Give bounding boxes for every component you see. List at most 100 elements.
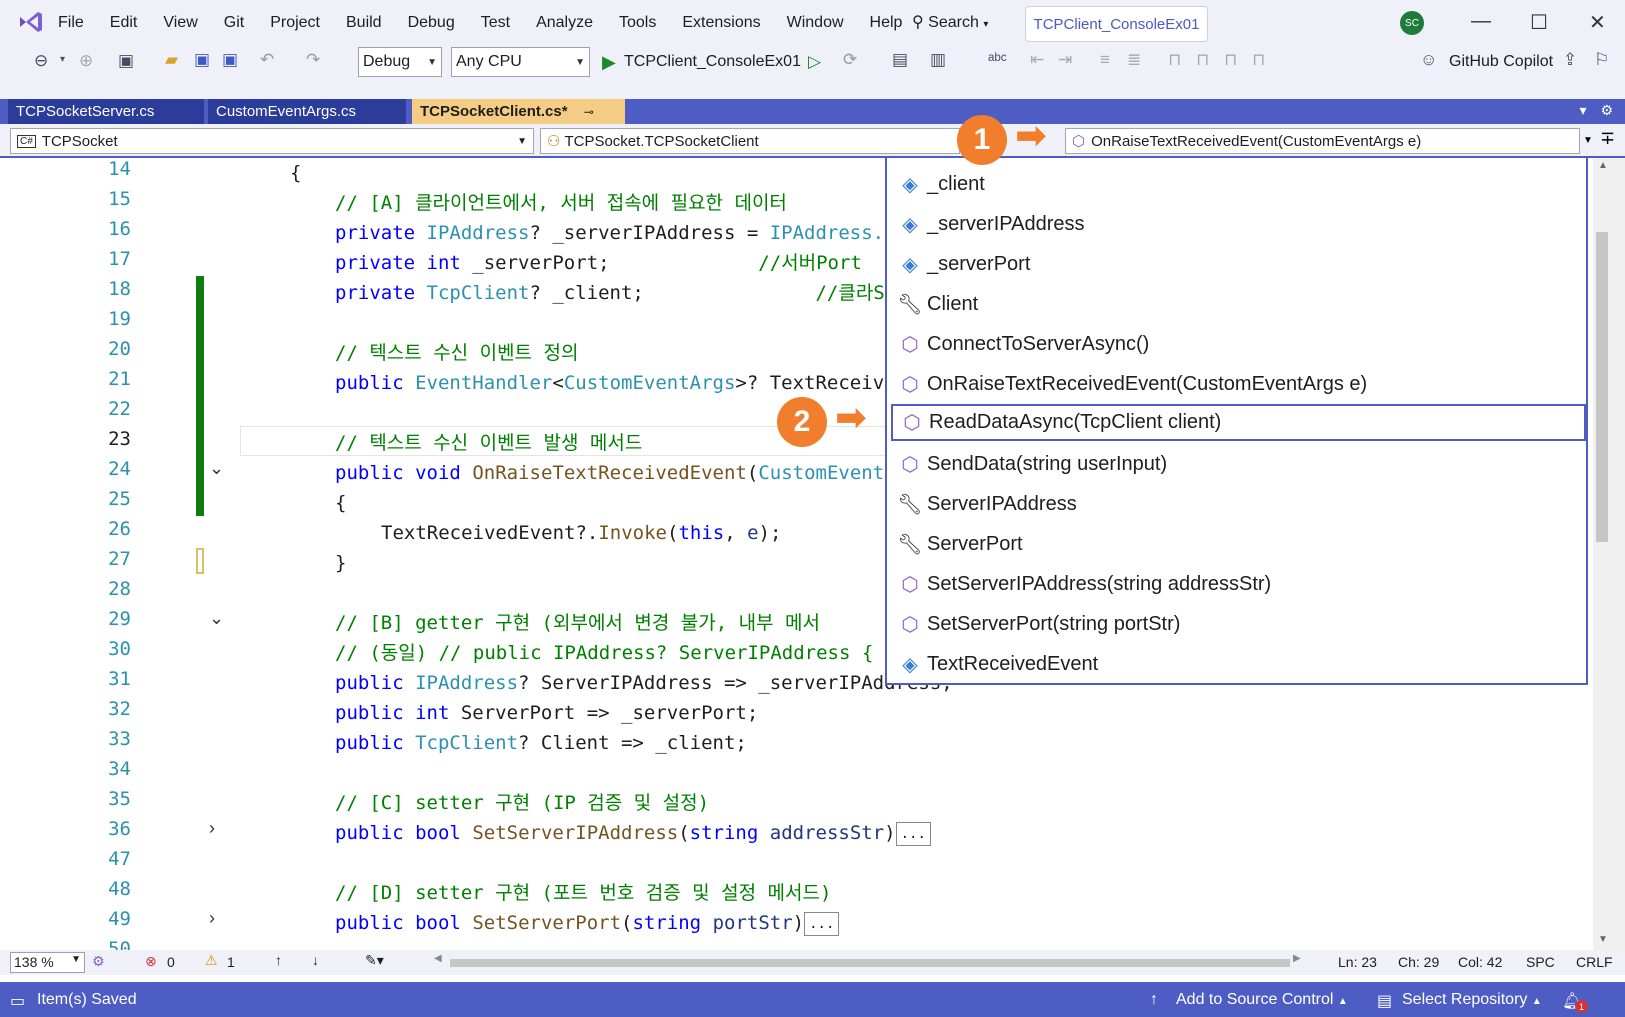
dropdown-item[interactable]: ⬡ SetServerIPAddress(string addressStr)	[891, 566, 1586, 603]
dropdown-item[interactable]: ⬡ OnRaiseTextReceivedEvent(CustomEventArg…	[891, 366, 1586, 403]
char-indicator[interactable]: Ch: 29	[1398, 954, 1439, 970]
pin-icon[interactable]: ⊸	[584, 105, 594, 119]
split-icon[interactable]: ∓	[1600, 128, 1615, 149]
dropdown-item[interactable]: ⬡ ConnectToServerAsync()	[891, 326, 1586, 363]
horizontal-scrollbar-thumb[interactable]	[450, 959, 1290, 967]
start-debugging-icon[interactable]: ▶	[602, 52, 616, 73]
dropdown-item[interactable]: ◈ TextReceivedEvent	[891, 646, 1586, 683]
search-button[interactable]: ⚲ Search ▾	[912, 12, 988, 32]
select-repository-button[interactable]: Select Repository ▲	[1402, 991, 1542, 1009]
tab-customeventargs[interactable]: CustomEventArgs.cs	[208, 99, 406, 124]
hot-reload-icon[interactable]: ⟳	[843, 50, 857, 70]
solution-name[interactable]: TCPClient_ConsoleEx01	[1025, 6, 1208, 42]
spell-check-icon[interactable]: ᵃᵇᶜ	[988, 50, 1007, 70]
bookmark-clear-icon[interactable]: ⊓	[1252, 50, 1265, 70]
menu-debug[interactable]: Debug	[408, 14, 455, 32]
tab-tcpsocketserver[interactable]: TCPSocketServer.cs	[8, 99, 204, 124]
menu-file[interactable]: File	[58, 14, 84, 32]
arrow-down-icon[interactable]: ↓	[312, 952, 319, 968]
intellicode-icon[interactable]: ⚙	[92, 953, 105, 970]
whitespace-indicator[interactable]: SPC	[1526, 954, 1555, 970]
new-project-icon[interactable]: ▣	[118, 51, 134, 71]
scroll-left-icon[interactable]: ◀	[434, 953, 442, 964]
line-ending-indicator[interactable]: CRLF	[1576, 954, 1613, 970]
configuration-select[interactable]: Debug ▼	[358, 47, 442, 77]
close-window-icon[interactable]: ✕	[1589, 10, 1606, 35]
avatar[interactable]: SC	[1400, 11, 1424, 35]
indent-icon[interactable]: ⇤	[1030, 50, 1044, 70]
dropdown-item[interactable]: ◈ _serverPort	[891, 246, 1586, 283]
type-select[interactable]: ⚇ TCPSocket.TCPSocketClient	[540, 128, 960, 154]
expand-icon[interactable]: ›	[209, 818, 215, 839]
gear-icon[interactable]: ⚙	[1600, 102, 1613, 118]
menu-git[interactable]: Git	[224, 14, 244, 32]
dropdown-item[interactable]: 🔧︎ ServerPort	[891, 526, 1586, 563]
vertical-scrollbar-thumb[interactable]	[1596, 232, 1608, 542]
tab-tcpsocketclient[interactable]: TCPSocketClient.cs* ⊸ ✕	[412, 99, 625, 138]
scroll-right-icon[interactable]: ▶	[1293, 953, 1301, 964]
bookmark-prev-icon[interactable]: ⊓	[1196, 50, 1209, 70]
menu-analyze[interactable]: Analyze	[536, 14, 593, 32]
expand-icon[interactable]: ›	[209, 908, 215, 929]
menu-help[interactable]: Help	[870, 14, 903, 32]
line-indicator[interactable]: Ln: 23	[1338, 954, 1377, 970]
menu-test[interactable]: Test	[481, 14, 510, 32]
open-folder-icon[interactable]: ▰	[165, 50, 178, 70]
start-target-button[interactable]: TCPClient_ConsoleEx01	[624, 53, 801, 71]
project-select[interactable]: C# TCPSocket ▼	[10, 128, 534, 154]
menu-window[interactable]: Window	[787, 14, 844, 32]
collapsed-region[interactable]: ...	[804, 911, 840, 936]
feedback-icon[interactable]: ⚐	[1594, 50, 1609, 70]
platform-select[interactable]: Any CPU ▼	[451, 47, 590, 77]
tab-list-icon[interactable]: ▾	[1580, 102, 1587, 118]
dropdown-item[interactable]: ◈ _serverIPAddress	[891, 206, 1586, 243]
member-dropdown-list[interactable]: ◈ _client ◈ _serverIPAddress ◈ _serverPort …	[885, 156, 1588, 685]
solution-explorer-icon[interactable]: ▤	[892, 50, 908, 70]
copilot-icon[interactable]: ☺	[1420, 50, 1437, 70]
minimize-icon[interactable]: —	[1471, 10, 1491, 33]
collapse-icon[interactable]: ⌄	[209, 608, 224, 629]
warning-icon[interactable]: ⚠	[205, 952, 218, 969]
dropdown-item[interactable]: 🔧︎ ServerIPAddress	[891, 486, 1586, 523]
menu-view[interactable]: View	[163, 14, 197, 32]
outdent-icon[interactable]: ⇥	[1058, 50, 1072, 70]
zoom-select[interactable]: 138 % ▼	[10, 952, 85, 973]
chevron-down-icon[interactable]: ▾	[60, 54, 65, 65]
copilot-button[interactable]: GitHub Copilot	[1449, 53, 1553, 71]
dropdown-item-selected[interactable]: ⬡ ReadDataAsync(TcpClient client)	[891, 404, 1586, 441]
menu-edit[interactable]: Edit	[110, 14, 138, 32]
dropdown-item[interactable]: ⬡ SendData(string userInput)	[891, 446, 1586, 483]
save-all-icon[interactable]: ▣	[222, 50, 238, 70]
dropdown-item[interactable]: ⬡ SetServerPort(string portStr)	[891, 606, 1586, 643]
navigate-forward-icon[interactable]: ⊕	[79, 51, 93, 71]
menu-tools[interactable]: Tools	[619, 14, 656, 32]
code-cleanup-icon[interactable]: ✎▾	[365, 952, 384, 969]
output-window-icon[interactable]: ▭	[10, 991, 25, 1011]
redo-icon[interactable]: ↷	[306, 50, 320, 70]
collapse-icon[interactable]: ⌄	[209, 458, 224, 479]
collapsed-region[interactable]: ...	[895, 821, 931, 846]
comment-icon[interactable]: ≡	[1100, 50, 1110, 70]
add-to-source-control-button[interactable]: Add to Source Control ▲	[1176, 991, 1348, 1009]
menu-build[interactable]: Build	[346, 14, 382, 32]
scroll-down-icon[interactable]: ▼	[1598, 934, 1608, 945]
bookmark-next-icon[interactable]: ⊓	[1224, 50, 1237, 70]
chevron-down-icon[interactable]: ▼	[1583, 135, 1593, 146]
visual-studio-logo-icon[interactable]	[18, 9, 44, 35]
error-icon[interactable]: ⊗	[145, 953, 157, 970]
uncomment-icon[interactable]: ≣	[1127, 50, 1141, 70]
menu-extensions[interactable]: Extensions	[682, 14, 760, 32]
save-icon[interactable]: ▣	[194, 50, 210, 70]
share-icon[interactable]: ⇪	[1563, 50, 1577, 70]
maximize-icon[interactable]: ☐	[1530, 10, 1548, 35]
bookmark-icon[interactable]: ⊓	[1168, 50, 1181, 70]
dropdown-item[interactable]: ◈ _client	[891, 166, 1586, 203]
layout-icon[interactable]: ▥	[930, 50, 946, 70]
menu-project[interactable]: Project	[270, 14, 320, 32]
navigate-back-icon[interactable]: ⊖	[34, 51, 48, 71]
member-select[interactable]: ⬡ OnRaiseTextReceivedEvent(CustomEventAr…	[1065, 128, 1580, 154]
arrow-up-icon[interactable]: ↑	[275, 952, 282, 968]
column-indicator[interactable]: Col: 42	[1458, 954, 1502, 970]
undo-icon[interactable]: ↶	[260, 50, 274, 70]
scroll-up-icon[interactable]: ▲	[1598, 160, 1608, 171]
